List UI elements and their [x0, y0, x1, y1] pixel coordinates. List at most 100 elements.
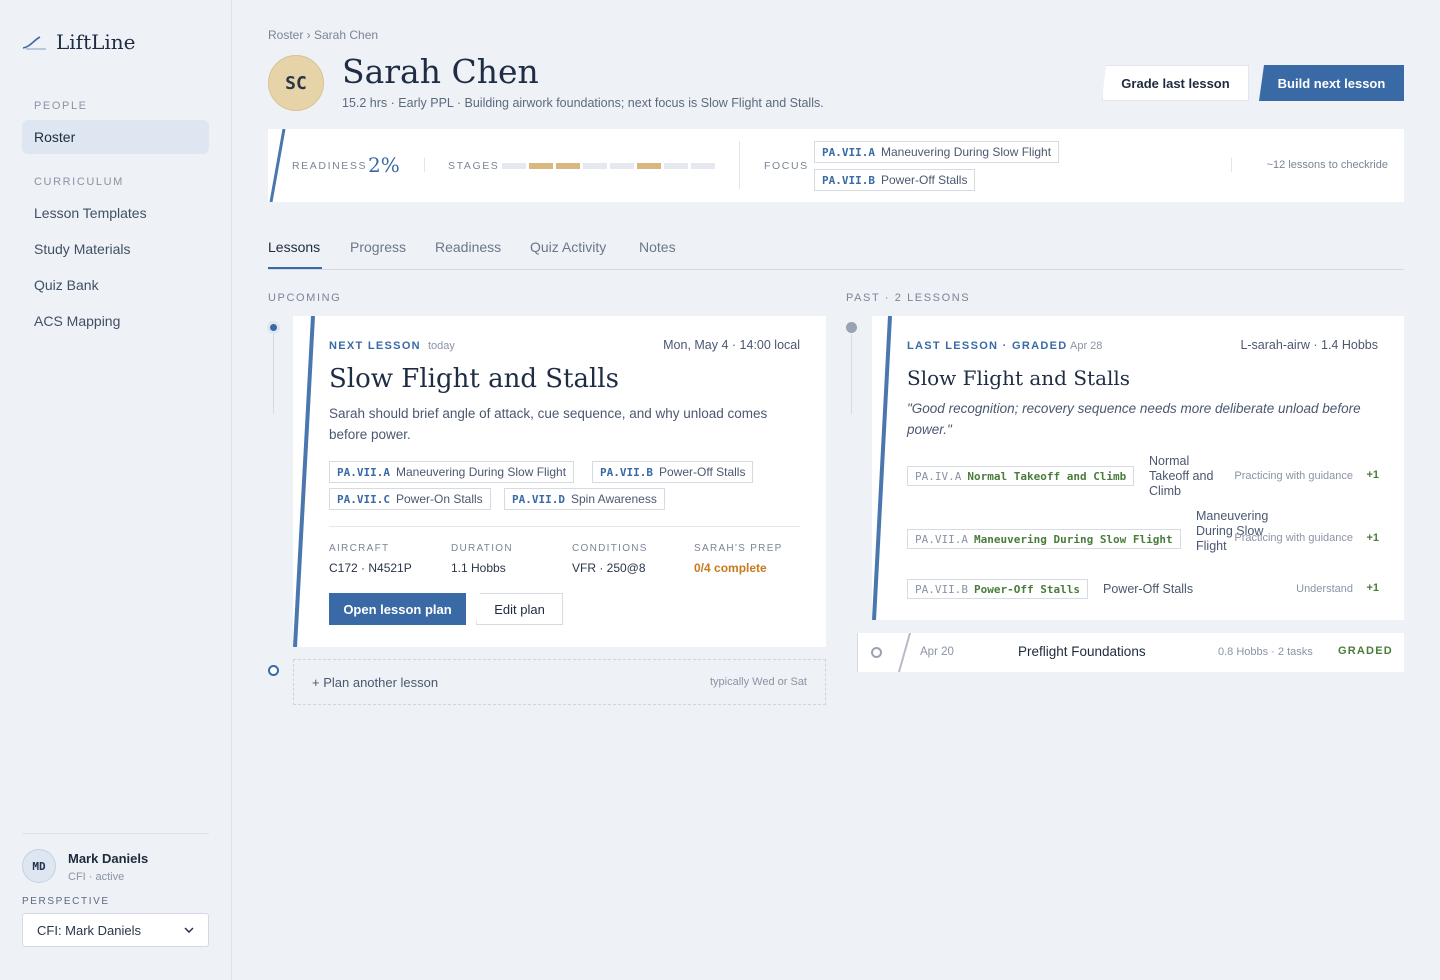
acs-code: PA.VII.D	[512, 492, 565, 506]
grade-delta: +1	[1366, 582, 1379, 594]
sidebar-item-acs-mapping[interactable]: ACS Mapping	[22, 304, 209, 338]
graded-task-tag[interactable]: PA.IV.A Normal Takeoff and Climb	[907, 466, 1135, 486]
next-lesson-card[interactable]: NEXT LESSON today Mon, May 4 · 14:00 loc…	[293, 316, 826, 647]
stages-label: STAGES	[448, 160, 500, 172]
edit-plan-button[interactable]: Edit plan	[476, 593, 563, 625]
tab-progress[interactable]: Progress	[350, 239, 406, 255]
stage-segment	[637, 163, 661, 169]
last-lesson-eyebrow: LAST LESSON · GRADED	[907, 340, 1068, 352]
sidebar-divider	[22, 833, 209, 834]
last-lesson-date: Apr 28	[1070, 340, 1103, 352]
stage-segment	[583, 163, 607, 169]
duration-label: DURATION	[451, 543, 513, 554]
timeline-dot-plan	[268, 665, 279, 676]
acs-name: Maneuvering During Slow Flight	[880, 145, 1052, 159]
past-lesson-row[interactable]: Apr 20 Preflight Foundations 0.8 Hobbs ·…	[857, 633, 1404, 672]
accent-slash-icon	[293, 316, 315, 647]
airfoil-line-icon	[22, 36, 46, 50]
tab-notes[interactable]: Notes	[639, 239, 676, 255]
acs-task-tag[interactable]: PA.VII.B Power-Off Stalls	[592, 461, 754, 483]
past-lesson-meta: 0.8 Hobbs · 2 tasks	[1218, 646, 1313, 658]
accent-slash-icon	[898, 633, 911, 672]
checkride-estimate: ~12 lessons to checkride	[1266, 159, 1388, 171]
last-lesson-title: Slow Flight and Stalls	[907, 366, 1131, 390]
grade-status: Understand	[1296, 583, 1353, 595]
last-lesson-card[interactable]: LAST LESSON · GRADED Apr 28 L-sarah-airw…	[872, 316, 1404, 620]
build-next-lesson-button[interactable]: Build next lesson	[1259, 65, 1404, 101]
acs-code: PA.IV.A	[915, 469, 962, 483]
stage-segment	[691, 163, 715, 169]
acs-name: Maneuvering During Slow Flight	[973, 532, 1173, 546]
tab-lessons[interactable]: Lessons	[268, 239, 320, 255]
conditions-value: VFR · 250@8	[572, 561, 646, 575]
upcoming-label: UPCOMING	[268, 292, 342, 304]
grade-last-lesson-button[interactable]: Grade last lesson	[1102, 65, 1249, 101]
acs-code: PA.VII.A	[337, 465, 390, 479]
acs-task-tag[interactable]: PA.VII.C Power-On Stalls	[329, 488, 491, 510]
plan-hint: typically Wed or Sat	[709, 676, 807, 688]
last-lesson-meta: L-sarah-airw · 1.4 Hobbs	[1240, 338, 1378, 352]
grade-row: PA.IV.A Normal Takeoff and Climb Normal …	[907, 454, 1379, 502]
grade-description: Power-Off Stalls	[1103, 582, 1194, 596]
aircraft-label: AIRCRAFT	[329, 543, 390, 554]
open-lesson-plan-button[interactable]: Open lesson plan	[329, 593, 466, 625]
next-lesson-eyebrow: NEXT LESSON	[329, 340, 421, 352]
conditions-label: CONDITIONS	[572, 543, 648, 554]
accent-slash-icon	[872, 316, 892, 620]
next-lesson-when: today	[428, 340, 455, 352]
brand[interactable]: LiftLine	[22, 30, 136, 54]
past-lesson-title: Preflight Foundations	[1018, 644, 1146, 659]
timeline-dot-past	[871, 647, 882, 658]
duration-value: 1.1 Hobbs	[451, 561, 506, 575]
grade-description: Normal Takeoff and Climb	[1149, 454, 1214, 498]
accent-slash-icon	[269, 129, 286, 202]
breadcrumb[interactable]: Roster › Sarah Chen	[268, 28, 378, 42]
graded-task-tag[interactable]: PA.VII.B Power-Off Stalls	[907, 579, 1088, 599]
divider	[739, 141, 740, 189]
sidebar-item-quiz-bank[interactable]: Quiz Bank	[22, 268, 209, 302]
sidebar-item-lesson-templates[interactable]: Lesson Templates	[22, 196, 209, 230]
acs-task-tag[interactable]: PA.VII.A Maneuvering During Slow Flight	[329, 461, 575, 483]
user-status: CFI · active	[68, 871, 125, 883]
perspective-select[interactable]: CFI: Mark Daniels	[22, 913, 209, 947]
acs-name: Power-Off Stalls	[880, 173, 968, 187]
last-lesson-quote: "Good recognition; recovery sequence nee…	[907, 401, 1361, 437]
people-section-label: PEOPLE	[34, 100, 88, 112]
focus-tag[interactable]: PA.VII.A Maneuvering During Slow Flight	[814, 141, 1060, 163]
timeline-line	[273, 334, 274, 414]
graded-task-tag[interactable]: PA.VII.A Maneuvering During Slow Flight	[907, 529, 1181, 549]
user-avatar[interactable]: MD	[22, 849, 56, 883]
brand-name: LiftLine	[56, 30, 136, 54]
grade-delta: +1	[1366, 532, 1379, 544]
stage-segment	[556, 163, 580, 169]
acs-code: PA.VII.B	[915, 582, 968, 596]
tab-quiz-activity[interactable]: Quiz Activity	[530, 239, 606, 255]
grade-status: Practicing with guidance	[1234, 470, 1353, 482]
acs-code: PA.VII.A	[915, 532, 968, 546]
acs-task-tag[interactable]: PA.VII.D Spin Awareness	[504, 488, 665, 510]
next-lesson-datetime: Mon, May 4 · 14:00 local	[663, 338, 800, 352]
stage-segment	[610, 163, 634, 169]
status-badge: GRADED	[1338, 645, 1393, 657]
student-subtitle: 15.2 hrs · Early PPL · Building airwork …	[342, 96, 824, 110]
user-name: Mark Daniels	[68, 851, 149, 866]
prep-value: 0/4 complete	[694, 561, 767, 575]
sidebar: LiftLine PEOPLE Roster CURRICULUM Lesson…	[0, 0, 232, 980]
card-divider	[329, 526, 800, 527]
next-lesson-description: Sarah should brief angle of attack, cue …	[329, 406, 768, 442]
sidebar-item-study-materials[interactable]: Study Materials	[22, 232, 209, 266]
divider	[1231, 158, 1232, 172]
focus-tag[interactable]: PA.VII.B Power-Off Stalls	[814, 169, 976, 191]
plan-another-label: + Plan another lesson	[312, 674, 439, 690]
focus-label: FOCUS	[764, 160, 809, 172]
grade-status: Practicing with guidance	[1234, 532, 1353, 544]
acs-name: Spin Awareness	[570, 492, 657, 506]
timeline-dot-last	[846, 322, 857, 333]
acs-name: Power-Off Stalls	[658, 465, 746, 479]
sidebar-item-roster[interactable]: Roster	[22, 120, 209, 154]
timeline-line	[851, 334, 852, 414]
acs-code: PA.VII.C	[337, 492, 390, 506]
plan-another-lesson-button[interactable]: + Plan another lesson typically Wed or S…	[293, 659, 826, 705]
tab-readiness[interactable]: Readiness	[435, 239, 501, 255]
acs-name: Maneuvering During Slow Flight	[395, 465, 567, 479]
